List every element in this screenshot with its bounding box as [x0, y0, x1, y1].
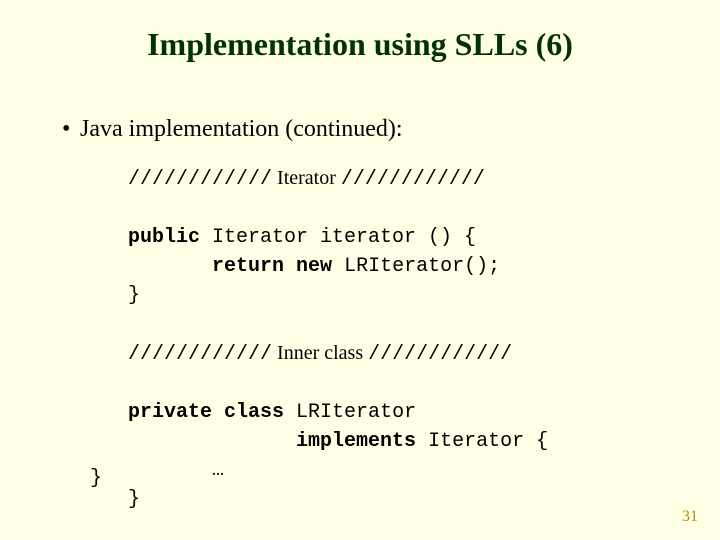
section-sep-left: ////////////: [128, 168, 272, 191]
slide-title: Implementation using SLLs (6): [0, 26, 720, 63]
section-sep-left: ////////////: [128, 343, 272, 366]
page-number: 31: [682, 508, 698, 526]
section-sep-right: ////////////: [341, 168, 485, 191]
bullet-text: Java implementation (continued):: [80, 116, 403, 142]
outer-closing-brace: }: [90, 467, 102, 490]
code-space: [284, 255, 296, 278]
code-text: Iterator {: [416, 430, 548, 453]
code-text: LRIterator: [284, 401, 416, 424]
bullet-dot-icon: •: [62, 116, 80, 143]
code-indent: [128, 430, 296, 453]
code-block: //////////// Iterator //////////// publi…: [128, 164, 548, 514]
kw-public: public: [128, 226, 200, 249]
kw-implements: implements: [296, 430, 416, 453]
slide: Implementation using SLLs (6) •Java impl…: [0, 0, 720, 540]
code-text: Iterator iterator () {: [200, 226, 476, 249]
kw-new: new: [296, 255, 332, 278]
section-label-innerclass: Inner class: [272, 342, 368, 364]
kw-private: private: [128, 401, 212, 424]
kw-return: return: [212, 255, 284, 278]
section-sep-right: ////////////: [368, 343, 512, 366]
section-label-iterator: Iterator: [272, 167, 341, 189]
code-text: LRIterator();: [332, 255, 500, 278]
brace-close: }: [128, 284, 140, 307]
kw-class: class: [224, 401, 284, 424]
code-ellipsis: …: [128, 459, 224, 482]
code-space: [212, 401, 224, 424]
bullet-item: •Java implementation (continued):: [62, 116, 403, 143]
code-indent: [128, 255, 212, 278]
brace-close: }: [128, 488, 140, 511]
